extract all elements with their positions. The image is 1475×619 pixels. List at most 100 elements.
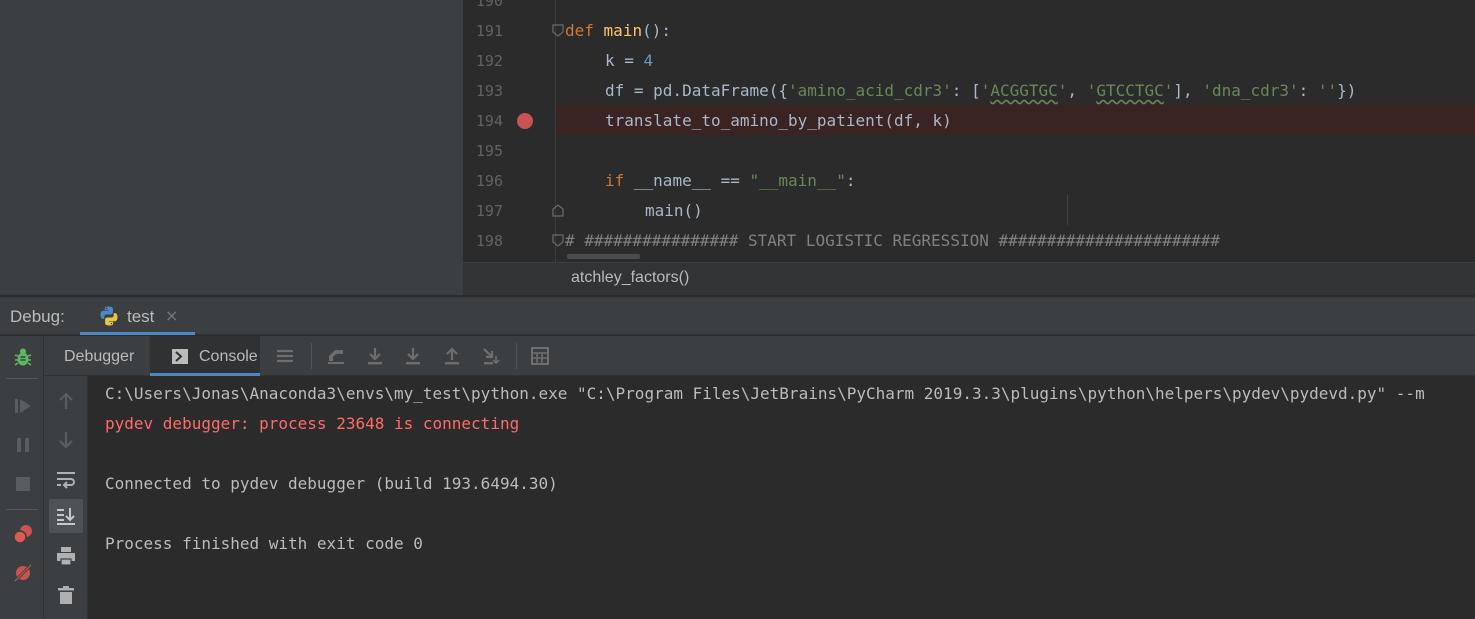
code-token: :	[845, 171, 856, 190]
code-token: })	[1337, 81, 1357, 100]
string-token: '	[1086, 81, 1097, 100]
code-line-195[interactable]: 195	[463, 135, 1475, 165]
console-output[interactable]: C:\Users\Jonas\Anaconda3\envs\my_test\py…	[89, 376, 1475, 619]
code-token: ],	[1173, 81, 1203, 100]
python-icon	[100, 306, 118, 326]
soft-wrap-icon[interactable]	[55, 469, 77, 491]
code-line-191[interactable]: 191 def main():	[463, 15, 1475, 45]
up-arrow-icon[interactable]	[55, 390, 77, 412]
code-line-192[interactable]: 192 k = 4	[463, 45, 1475, 75]
string-token: '	[1057, 81, 1068, 100]
debug-title: Debug:	[10, 307, 65, 326]
step-into-icon[interactable]	[403, 346, 423, 366]
resume-icon[interactable]	[12, 395, 34, 417]
horizontal-scrollbar-thumb[interactable]	[567, 254, 640, 259]
toolbar-divider	[516, 343, 517, 369]
line-number: 197	[475, 202, 503, 220]
code-text: k = 4	[605, 51, 653, 70]
function-name-token: main	[603, 21, 643, 40]
console-line: Connected to pydev debugger (build 193.6…	[105, 474, 558, 493]
debug-actions-strip	[0, 336, 44, 619]
console-line: C:\Users\Jonas\Anaconda3\envs\my_test\py…	[105, 384, 1425, 403]
tab-console[interactable]: Console	[150, 336, 260, 376]
string-token: 'dna_cdr3'	[1202, 81, 1299, 100]
tab-debugger[interactable]: Debugger	[44, 336, 150, 376]
strip-divider	[6, 509, 38, 510]
mute-breakpoints-icon[interactable]	[12, 562, 34, 584]
step-over-icon[interactable]	[365, 346, 385, 366]
console-actions-strip	[44, 376, 88, 619]
stop-icon[interactable]	[12, 473, 34, 495]
code-line-194[interactable]: 194 translate_to_amino_by_patient(df, k)	[463, 105, 1475, 135]
line-number: 190	[475, 0, 503, 10]
show-execution-point-icon[interactable]	[326, 346, 346, 366]
typo-string-token: GTCCTGC	[1096, 81, 1164, 100]
scroll-to-end-icon[interactable]	[55, 505, 77, 527]
code-text: def main():	[565, 21, 671, 40]
code-line-198[interactable]: 198 # ################ START LOGISTIC RE…	[463, 225, 1475, 255]
tab-debugger-label: Debugger	[64, 348, 135, 365]
keyword-token: if	[605, 171, 625, 190]
comment-text: # ################ START LOGISTIC REGRES…	[565, 231, 1221, 250]
code-line-197[interactable]: 197 main()	[463, 195, 1475, 225]
code-token: df = pd.DataFrame({	[605, 81, 789, 100]
console-icon	[172, 349, 188, 364]
down-arrow-icon[interactable]	[55, 429, 77, 451]
run-to-cursor-icon[interactable]	[481, 346, 501, 366]
project-pane	[0, 0, 463, 295]
string-token: "__main__"	[749, 171, 846, 190]
code-text: df = pd.DataFrame({'amino_acid_cdr3': ['…	[605, 81, 1356, 100]
line-number: 198	[475, 232, 503, 250]
view-breakpoints-icon[interactable]	[12, 523, 34, 545]
run-tab-label: test	[127, 307, 155, 326]
code-token: :	[1298, 81, 1318, 100]
line-number: 193	[475, 82, 503, 100]
fold-end-icon[interactable]	[552, 204, 564, 217]
code-line-190[interactable]: 190	[463, 0, 1475, 15]
console-line-error: pydev debugger: process 23648 is connect…	[105, 414, 520, 433]
line-number: 192	[475, 52, 503, 70]
breakpoint-icon[interactable]	[517, 113, 533, 129]
breadcrumb[interactable]: atchley_factors()	[571, 269, 689, 287]
typo-string-token: ACGGTGC	[990, 81, 1058, 100]
string-token: '	[980, 81, 991, 100]
fold-start-icon[interactable]	[552, 24, 564, 37]
code-token: k =	[605, 51, 644, 70]
line-number: 194	[475, 112, 503, 130]
close-tab-icon[interactable]: ×	[165, 306, 178, 325]
code-text: if __name__ == "__main__":	[605, 171, 855, 190]
toolbar-divider	[311, 343, 312, 369]
print-icon[interactable]	[55, 545, 77, 567]
debug-tool-window-header: Debug: test ×	[0, 297, 1475, 335]
step-out-icon[interactable]	[442, 346, 462, 366]
number-token: 4	[643, 51, 654, 70]
tab-console-label: Console	[199, 348, 258, 365]
code-token: ():	[642, 21, 671, 40]
string-token: ''	[1317, 81, 1338, 100]
console-line: Process finished with exit code 0	[105, 534, 423, 553]
code-text: main()	[645, 201, 703, 220]
evaluate-expression-icon[interactable]	[530, 346, 550, 366]
string-token: '	[1163, 81, 1174, 100]
line-number: 191	[475, 22, 503, 40]
code-token: : [	[951, 81, 981, 100]
run-config-tab[interactable]: test ×	[80, 297, 195, 335]
code-editor[interactable]: 190 191 def main(): 192 k = 4 193 df = p…	[463, 0, 1475, 262]
code-text: translate_to_amino_by_patient(df, k)	[605, 111, 952, 130]
breadcrumb-bar: atchley_factors()	[463, 262, 1475, 295]
keyword-token: def	[565, 21, 594, 40]
code-line-193[interactable]: 193 df = pd.DataFrame({'amino_acid_cdr3'…	[463, 75, 1475, 105]
debug-toolbar: Debugger Console	[44, 336, 1475, 376]
menu-lines-icon[interactable]	[275, 346, 295, 366]
active-tab-underline	[80, 332, 195, 335]
trash-icon[interactable]	[55, 584, 77, 606]
code-line-196[interactable]: 196 if __name__ == "__main__":	[463, 165, 1475, 195]
pause-icon[interactable]	[12, 434, 34, 456]
line-number: 195	[475, 142, 503, 160]
line-number: 196	[475, 172, 503, 190]
code-token: __name__	[633, 171, 711, 190]
bug-icon[interactable]	[12, 346, 34, 368]
strip-divider	[6, 378, 38, 379]
fold-start-icon[interactable]	[552, 234, 564, 247]
